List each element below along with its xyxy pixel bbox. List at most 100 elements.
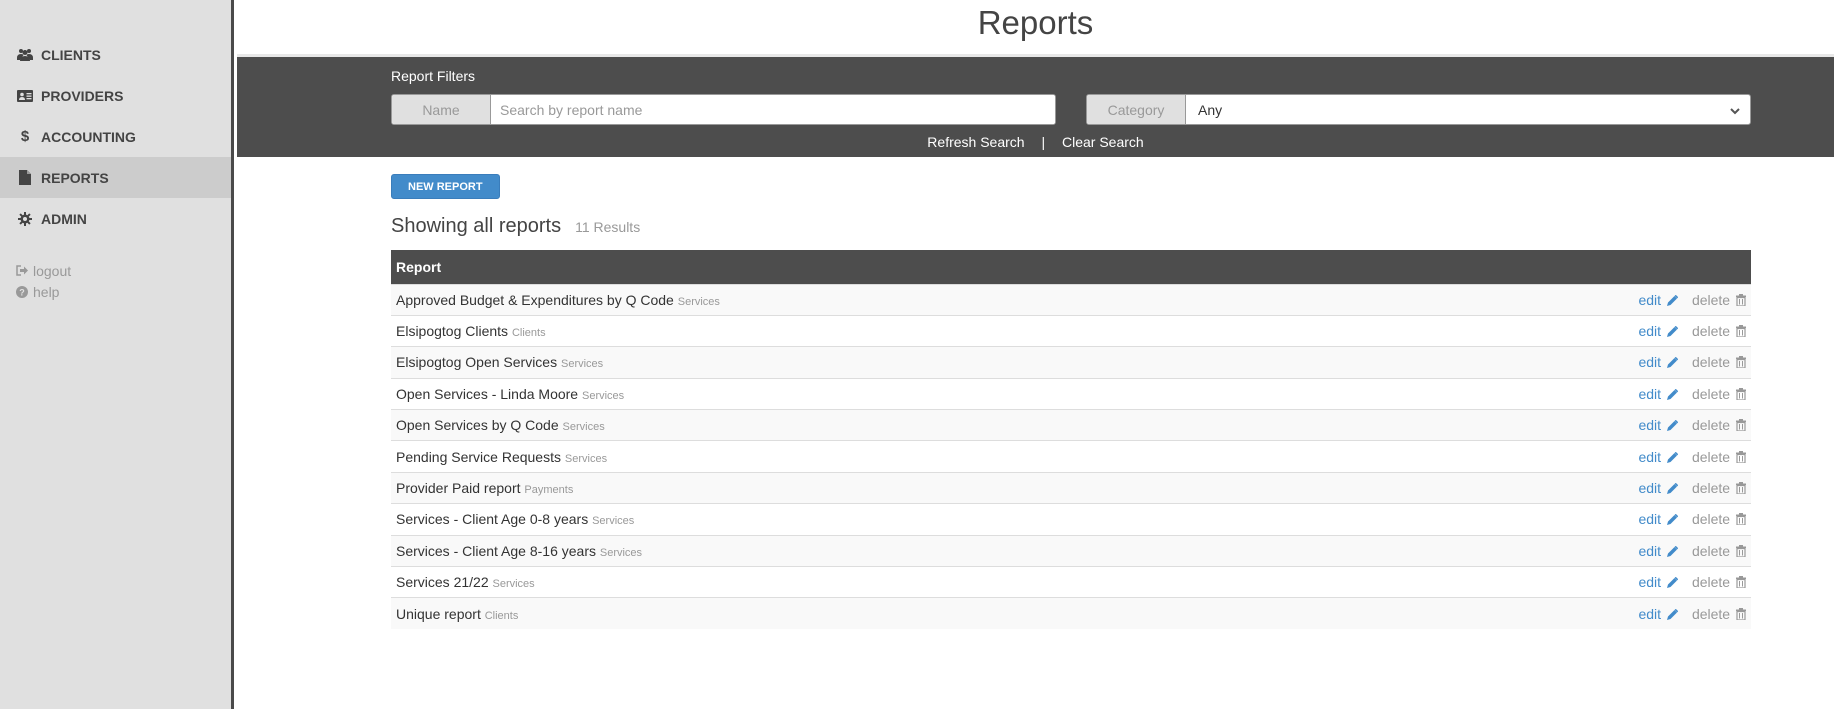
- actions-cell: edit delete: [1396, 566, 1751, 598]
- clear-search-link[interactable]: Clear Search: [1062, 134, 1144, 150]
- edit-button[interactable]: edit: [1638, 292, 1679, 308]
- file-icon: [16, 170, 34, 185]
- report-cell: Pending Service Requests Services: [391, 440, 1397, 473]
- report-name-link[interactable]: Provider Paid report: [396, 480, 521, 496]
- delete-label: delete: [1691, 542, 1731, 559]
- edit-button[interactable]: edit: [1638, 543, 1679, 559]
- actions-cell: edit delete: [1396, 346, 1751, 379]
- logout-link[interactable]: logout: [16, 260, 71, 281]
- trash-icon: [1736, 544, 1746, 558]
- report-name-link[interactable]: Open Services by Q Code: [396, 417, 559, 433]
- report-category: Payments: [524, 484, 574, 497]
- results-count: 11 Results: [575, 219, 641, 235]
- delete-label: delete: [1691, 574, 1731, 591]
- report-name-link[interactable]: Open Services - Linda Moore: [396, 386, 578, 402]
- edit-label: edit: [1638, 385, 1662, 402]
- category-select[interactable]: Any: [1186, 95, 1750, 124]
- report-cell: Provider Paid report Payments: [391, 471, 1397, 504]
- delete-button[interactable]: delete: [1692, 354, 1746, 370]
- filters-label: Report Filters: [391, 68, 476, 84]
- new-report-button[interactable]: NEW REPORT: [391, 174, 500, 199]
- delete-button[interactable]: delete: [1692, 323, 1746, 339]
- report-name-link[interactable]: Services - Client Age 8-16 years: [396, 543, 596, 559]
- report-name-link[interactable]: Elsipogtog Open Services: [396, 354, 557, 370]
- edit-label: edit: [1638, 323, 1662, 340]
- delete-button[interactable]: delete: [1692, 386, 1746, 402]
- actions-cell: edit delete: [1396, 314, 1751, 347]
- report-name-link[interactable]: Services 21/22: [396, 574, 489, 590]
- sidebar-item-accounting[interactable]: $ ACCOUNTING: [0, 116, 231, 157]
- name-addon: Name: [392, 95, 491, 124]
- trash-icon: [1736, 607, 1746, 621]
- report-name-link[interactable]: Pending Service Requests: [396, 449, 561, 465]
- sidebar-item-providers[interactable]: PROVIDERS: [0, 75, 231, 116]
- edit-button[interactable]: edit: [1638, 323, 1679, 340]
- trash-icon: [1736, 576, 1746, 589]
- edit-label: edit: [1638, 448, 1662, 465]
- delete-button[interactable]: delete: [1692, 574, 1746, 590]
- delete-button[interactable]: delete: [1692, 511, 1746, 527]
- table-row: Pending Service Requests Services edit de…: [391, 440, 1751, 473]
- report-cell: Services 21/22 Services: [391, 566, 1397, 598]
- edit-button[interactable]: edit: [1638, 606, 1679, 622]
- delete-button[interactable]: delete: [1692, 292, 1746, 308]
- report-category: Clients: [511, 327, 546, 340]
- table-row: Unique report Clients edit delete: [391, 597, 1751, 630]
- sidebar-item-label: CLIENTS: [41, 46, 101, 63]
- sidebar-item-reports[interactable]: REPORTS: [0, 157, 231, 198]
- gear-icon: [16, 211, 34, 226]
- pencil-icon: [1666, 325, 1679, 338]
- trash-icon: [1736, 450, 1746, 464]
- report-cell: Approved Budget & Expenditures by Q Code…: [391, 283, 1397, 316]
- edit-button[interactable]: edit: [1638, 448, 1679, 465]
- question-circle-icon: ?: [16, 285, 30, 298]
- report-cell: Open Services - Linda Moore Services: [391, 377, 1397, 410]
- delete-label: delete: [1691, 511, 1731, 528]
- pencil-icon: [1666, 451, 1679, 463]
- report-cell: Elsipogtog Open Services Services: [391, 346, 1397, 379]
- delete-label: delete: [1691, 385, 1731, 402]
- refresh-search-link[interactable]: Refresh Search: [927, 134, 1024, 150]
- report-name-link[interactable]: Unique report: [396, 606, 481, 622]
- edit-button[interactable]: edit: [1638, 574, 1679, 590]
- edit-button[interactable]: edit: [1638, 480, 1679, 497]
- actions-cell: edit delete: [1396, 440, 1751, 473]
- chevron-down-icon: [1730, 102, 1740, 118]
- report-name-link[interactable]: Approved Budget & Expenditures by Q Code: [396, 292, 674, 308]
- delete-button[interactable]: delete: [1692, 480, 1746, 496]
- delete-button[interactable]: delete: [1692, 606, 1746, 622]
- sidebar-item-admin[interactable]: ADMIN: [0, 198, 231, 239]
- sidebar: CLIENTS PROVIDERS $ ACCOUNTING REPORTS A…: [0, 0, 234, 709]
- edit-button[interactable]: edit: [1638, 511, 1679, 527]
- trash-icon: [1736, 387, 1746, 401]
- sign-out-icon: [16, 265, 30, 276]
- sidebar-secondary: logout ? help: [16, 260, 71, 302]
- report-category: Services: [677, 295, 720, 308]
- sidebar-item-clients[interactable]: CLIENTS: [0, 34, 231, 75]
- report-category: Services: [592, 515, 635, 528]
- trash-icon: [1736, 293, 1746, 307]
- delete-button[interactable]: delete: [1692, 449, 1746, 465]
- delete-button[interactable]: delete: [1692, 417, 1746, 433]
- separator: |: [1041, 134, 1046, 150]
- report-name-link[interactable]: Elsipogtog Clients: [396, 323, 508, 339]
- delete-label: delete: [1691, 291, 1731, 308]
- pencil-icon: [1666, 294, 1679, 306]
- pencil-icon: [1666, 608, 1679, 620]
- actions-cell: edit delete: [1396, 534, 1751, 567]
- report-name-link[interactable]: Services - Client Age 0-8 years: [396, 511, 588, 527]
- pencil-icon: [1666, 482, 1679, 495]
- edit-label: edit: [1638, 417, 1662, 434]
- edit-label: edit: [1638, 480, 1662, 497]
- delete-button[interactable]: delete: [1692, 543, 1746, 559]
- report-category: Services: [564, 452, 608, 465]
- name-search-input[interactable]: [491, 95, 1055, 124]
- edit-button[interactable]: edit: [1638, 385, 1679, 402]
- help-link[interactable]: ? help: [16, 281, 71, 302]
- edit-button[interactable]: edit: [1638, 354, 1679, 370]
- table-row: Approved Budget & Expenditures by Q Code…: [391, 283, 1751, 316]
- svg-text:?: ?: [19, 287, 25, 297]
- edit-button[interactable]: edit: [1638, 417, 1679, 434]
- table-row: Elsipogtog Clients Clients edit delete: [391, 314, 1751, 347]
- reports-content: NEW REPORT Showing all reports 11 Result…: [391, 174, 1751, 630]
